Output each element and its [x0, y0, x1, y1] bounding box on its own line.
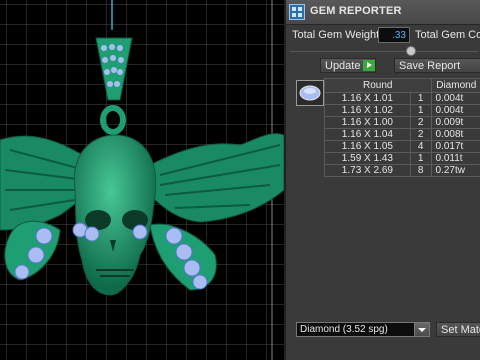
- total-gem-weight-label: Total Gem Weight: [292, 29, 380, 41]
- gem-reporter-panel: GEM REPORTER Total Gem Weight .33 Total …: [284, 0, 480, 360]
- cell-size: 1.16 X 1.01: [324, 92, 411, 105]
- round-gem-icon[interactable]: [296, 80, 324, 106]
- table-row[interactable]: 1.16 X 1.04 2 0.008t: [324, 128, 480, 141]
- slider-track: [290, 51, 478, 52]
- gem-table: Round Diamond 1.16 X 1.01 1 0.004t 1.16 X 1…: [324, 78, 480, 177]
- gem-table-header: Round Diamond: [324, 78, 480, 93]
- cell-weight: 0.004t: [430, 104, 480, 117]
- save-report-label: Save Report: [399, 60, 461, 72]
- cell-size: 1.16 X 1.04: [324, 128, 411, 141]
- total-gem-count-label: Total Gem Cou: [415, 29, 480, 41]
- cell-weight: 0.008t: [430, 128, 480, 141]
- set-material-button[interactable]: Set Mater: [436, 322, 480, 337]
- chevron-down-icon[interactable]: [414, 323, 429, 336]
- set-material-label: Set Mater: [441, 324, 480, 336]
- cell-weight: 0.009t: [430, 116, 480, 129]
- cell-weight: 0.004t: [430, 92, 480, 105]
- viewport-canvas[interactable]: [0, 0, 284, 360]
- cell-weight: 0.017t: [430, 140, 480, 153]
- table-row[interactable]: 1.73 X 2.69 8 0.27tw: [324, 164, 480, 177]
- update-button[interactable]: Update: [320, 58, 376, 73]
- slider-knob[interactable]: [406, 46, 416, 56]
- update-button-label: Update: [325, 60, 361, 72]
- gem-table-area: Round Diamond 1.16 X 1.01 1 0.004t 1.16 X 1…: [290, 78, 480, 316]
- 3d-viewport[interactable]: [0, 0, 284, 360]
- cell-size: 1.16 X 1.05: [324, 140, 411, 153]
- table-row[interactable]: 1.59 X 1.43 1 0.011t: [324, 152, 480, 165]
- cell-count: 1: [409, 104, 432, 117]
- cell-weight: 0.011t: [430, 152, 480, 165]
- cell-count: 2: [409, 116, 432, 129]
- table-row[interactable]: 1.16 X 1.05 4 0.017t: [324, 140, 480, 153]
- cell-count: 1: [409, 152, 432, 165]
- header-round: Round: [324, 78, 432, 93]
- gem-reporter-icon: [289, 4, 305, 20]
- panel-slider[interactable]: [290, 45, 478, 59]
- cell-weight: 0.27tw: [430, 164, 480, 177]
- cell-count: 2: [409, 128, 432, 141]
- cell-count: 4: [409, 140, 432, 153]
- table-row[interactable]: 1.16 X 1.01 1 0.004t: [324, 92, 480, 105]
- cell-count: 8: [409, 164, 432, 177]
- material-select-value: Diamond (3.52 spg): [300, 324, 388, 335]
- header-diamond: Diamond: [430, 78, 480, 93]
- save-report-button[interactable]: Save Report: [394, 58, 480, 73]
- total-gem-weight-field[interactable]: .33: [378, 27, 410, 43]
- cell-count: 1: [409, 92, 432, 105]
- cell-size: 1.59 X 1.43: [324, 152, 411, 165]
- panel-titlebar[interactable]: GEM REPORTER: [286, 0, 480, 25]
- table-row[interactable]: 1.16 X 1.02 1 0.004t: [324, 104, 480, 117]
- table-row[interactable]: 1.16 X 1.00 2 0.009t: [324, 116, 480, 129]
- cell-size: 1.16 X 1.00: [324, 116, 411, 129]
- cell-size: 1.16 X 1.02: [324, 104, 411, 117]
- play-icon: [363, 60, 375, 71]
- material-select[interactable]: Diamond (3.52 spg): [296, 322, 430, 337]
- cell-size: 1.73 X 2.69: [324, 164, 411, 177]
- panel-title: GEM REPORTER: [310, 5, 402, 17]
